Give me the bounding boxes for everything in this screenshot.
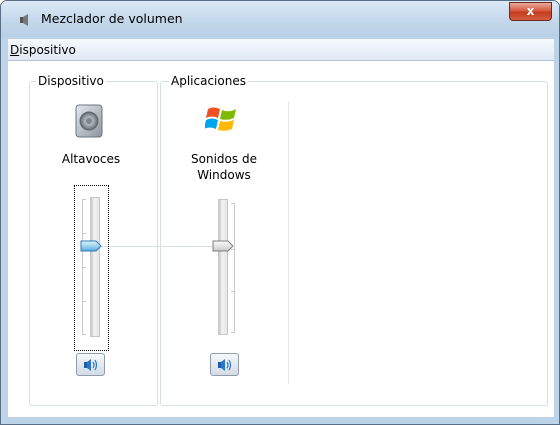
device-slider-ticks bbox=[82, 199, 87, 335]
tick bbox=[231, 291, 235, 292]
close-icon: x bbox=[526, 4, 535, 18]
tick bbox=[82, 233, 86, 234]
app-column-separator bbox=[288, 101, 289, 384]
speaker-title-icon bbox=[20, 14, 28, 26]
device-group-label: Dispositivo bbox=[36, 74, 106, 88]
window-title: Mezclador de volumen bbox=[41, 11, 183, 26]
device-mute-button[interactable] bbox=[76, 353, 105, 376]
menu-item-dispositivo[interactable]: Dispositivo bbox=[10, 43, 76, 57]
tick bbox=[82, 199, 86, 200]
close-button[interactable]: x bbox=[509, 2, 552, 21]
device-slider-thumb[interactable] bbox=[80, 240, 102, 252]
speaker-icon[interactable] bbox=[73, 103, 105, 139]
tick bbox=[231, 203, 235, 204]
device-name: Altavoces bbox=[61, 152, 121, 166]
volume-mixer-window: Mezclador de volumen x Dispositivo Dispo… bbox=[0, 0, 560, 425]
tick bbox=[82, 301, 86, 302]
tick bbox=[231, 332, 235, 333]
applications-group-label: Aplicaciones bbox=[169, 74, 248, 88]
app-mute-button[interactable] bbox=[210, 353, 239, 376]
menu-label-rest: ispositivo bbox=[19, 43, 76, 57]
app-slider-thumb[interactable] bbox=[212, 240, 234, 252]
device-slider-track bbox=[90, 197, 100, 337]
mixer-client-area: Dispositivo Aplicaciones Altavoces Sonid… bbox=[8, 61, 554, 417]
windows-logo-icon[interactable] bbox=[205, 103, 239, 135]
app-name-line2: Windows bbox=[197, 168, 251, 182]
app-volume-slider[interactable] bbox=[210, 195, 236, 345]
app-slider-track bbox=[218, 199, 228, 335]
title-bar[interactable]: Mezclador de volumen x bbox=[1, 1, 559, 37]
tick bbox=[82, 334, 86, 335]
speaker-mute-icon bbox=[218, 359, 232, 371]
device-volume-slider[interactable] bbox=[78, 191, 104, 351]
menu-bar: Dispositivo bbox=[8, 39, 554, 61]
menu-accel: D bbox=[10, 43, 20, 57]
app-name: Sonidos de Windows bbox=[176, 151, 272, 183]
app-name-line1: Sonidos de bbox=[191, 152, 257, 166]
tick bbox=[82, 267, 86, 268]
volume-link-line bbox=[98, 246, 218, 247]
app-slider-ticks bbox=[230, 203, 235, 333]
speaker-mute-icon bbox=[84, 359, 98, 371]
